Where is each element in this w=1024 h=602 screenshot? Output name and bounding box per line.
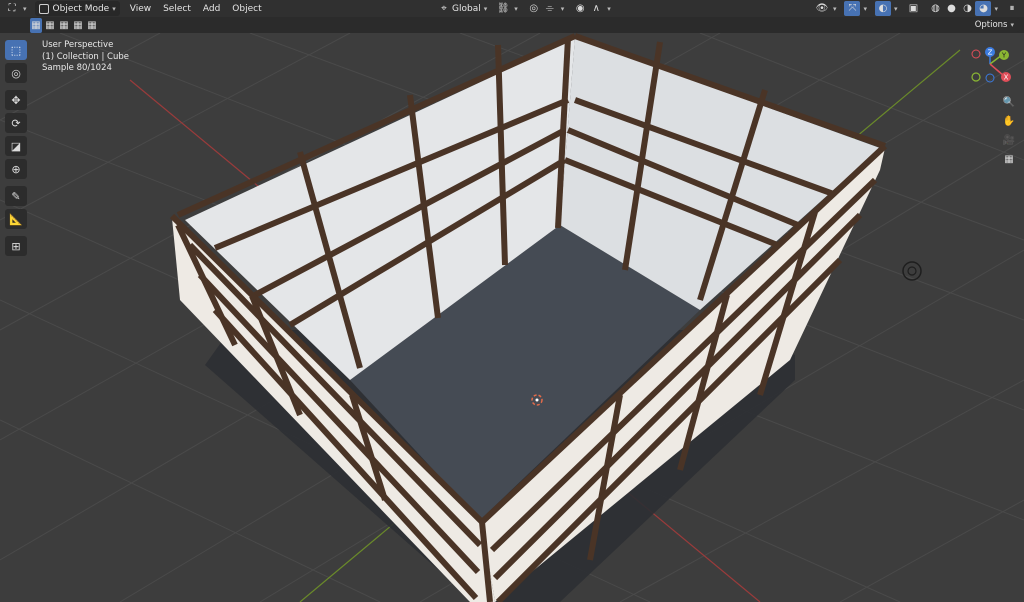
select-new-icon[interactable]: ▦ [30,17,42,33]
pan-button[interactable]: ✋ [1000,112,1018,130]
select-box-icon: ⬚ [10,43,22,57]
camera-view-button[interactable]: 🎥 [1000,131,1018,149]
camera-icon: 🎥 [1002,134,1016,146]
xray-toggle[interactable]: ▣ [901,1,925,16]
select-extend-icon[interactable]: ▦ [44,18,56,33]
xray-icon: ▣ [908,3,919,14]
selection-mode-group: ▦ ▦ ▦ ▦ ▦ [30,17,98,33]
render-samples: Sample 80/1024 [42,63,112,73]
select-box-tool[interactable]: ⬚ [5,40,27,60]
transform-orientation-dropdown[interactable]: ⌖ Global ▾ [432,1,491,16]
x-axis-label: X [1004,74,1009,82]
visibility-button[interactable]: 👁 ▾ [810,1,841,16]
menu-view[interactable]: View [124,1,157,16]
orientation-icon: ⌖ [441,3,447,14]
hand-icon: ✋ [1002,115,1016,127]
chevron-down-icon: ▾ [483,4,488,13]
zoom-icon: 🔍 [1002,96,1016,108]
shading-modes[interactable]: ◍ ● ◑ ◕ ▾ [925,1,1000,16]
ortho-toggle-button[interactable]: ▦ [1000,150,1018,168]
neg-z-handle[interactable] [985,73,995,83]
pause-icon: ⏸ [1009,3,1015,14]
overlay-toggle[interactable]: ◐ ▾ [871,1,902,16]
editor-type-button[interactable]: ⛶ ▾ [0,1,31,16]
y-axis-label: Y [1001,52,1007,60]
navigation-gizmo[interactable]: Z Y X [966,44,1016,86]
falloff-icon: ∧ [592,3,600,14]
zoom-button[interactable]: 🔍 [1000,93,1018,111]
move-icon: ✥ [11,93,21,107]
transform-tool[interactable]: ⊕ [5,159,27,179]
rendered-shading-icon[interactable]: ◕ [975,1,992,16]
transform-orientation-label: Global [452,3,481,14]
options-label: Options [974,20,1008,30]
measure-icon: 📐 [9,212,23,226]
menu-add[interactable]: Add [197,1,226,16]
wireframe-shading-icon[interactable]: ◍ [927,1,943,16]
scale-icon: ◪ [10,139,22,153]
tool-shelf: ⬚ ◎ ✥ ⟳ ◪ ⊕ ✎ 📐 ⊞ [5,40,29,259]
editor-type-icon: ⛶ [8,3,16,14]
proportional-edit-button[interactable]: ◉ ∧ ▾ [568,1,615,16]
eye-icon: 👁 [815,3,829,14]
transform-icon: ⊕ [11,162,21,176]
snap-button[interactable]: ◎ ⌯ ▾ [522,1,569,16]
viewport-info: User Perspective (1) Collection | Cube S… [42,40,129,75]
gizmo-toggle[interactable]: ⤧ ▾ [840,1,871,16]
measure-tool[interactable]: 📐 [5,209,27,229]
add-cube-icon: ⊞ [11,239,21,253]
chevron-down-icon: ▾ [994,4,998,13]
select-invert-icon[interactable]: ▦ [72,18,84,33]
add-cube-tool[interactable]: ⊞ [5,236,27,256]
viewport-header: ⛶ ▾ Object Mode ▾ View Select Add Object … [0,0,1024,17]
magnet-icon: ⌯ [545,3,554,14]
3d-viewport[interactable] [0,33,1024,602]
select-intersect-icon[interactable]: ▦ [86,18,98,33]
snap-icon: ◎ [529,3,539,14]
proportional-edit-icon: ◉ [575,3,585,14]
collection-object-name: (1) Collection | Cube [42,51,130,62]
solid-shading-icon[interactable]: ● [943,1,959,16]
mode-dropdown[interactable]: Object Mode ▾ [34,1,120,16]
z-axis-label: Z [988,49,993,57]
gizmo-icon: ⤧ [844,1,861,16]
mode-label: Object Mode [52,3,110,14]
move-tool[interactable]: ✥ [5,90,27,110]
cursor-icon: ◎ [11,66,21,80]
menu-object[interactable]: Object [226,1,267,16]
chevron-down-icon: ▾ [112,4,116,13]
grid-icon: ▦ [1004,153,1014,165]
neg-y-handle[interactable] [971,72,981,82]
options-dropdown[interactable]: Options ▾ [968,18,1020,32]
object-mode-icon [38,3,49,14]
cursor-tool[interactable]: ◎ [5,63,27,83]
menu-select[interactable]: Select [157,1,197,16]
select-subtract-icon[interactable]: ▦ [58,18,70,33]
pivot-point-button[interactable]: ⛓ ▾ [491,1,522,16]
rotate-tool[interactable]: ⟳ [5,113,27,133]
pivot-icon: ⛓ [496,3,510,14]
annotate-tool[interactable]: ✎ [5,186,27,206]
annotate-icon: ✎ [11,189,21,203]
material-shading-icon[interactable]: ◑ [959,1,975,16]
scale-tool[interactable]: ◪ [5,136,27,156]
tool-settings-bar: ▦ ▦ ▦ ▦ ▦ [0,17,1024,33]
neg-x-handle[interactable] [971,49,981,59]
pause-render-button[interactable]: ⏸ [1000,1,1024,16]
rotate-icon: ⟳ [11,116,21,130]
overlay-icon: ◐ [874,1,891,16]
view-name: User Perspective [42,40,114,50]
